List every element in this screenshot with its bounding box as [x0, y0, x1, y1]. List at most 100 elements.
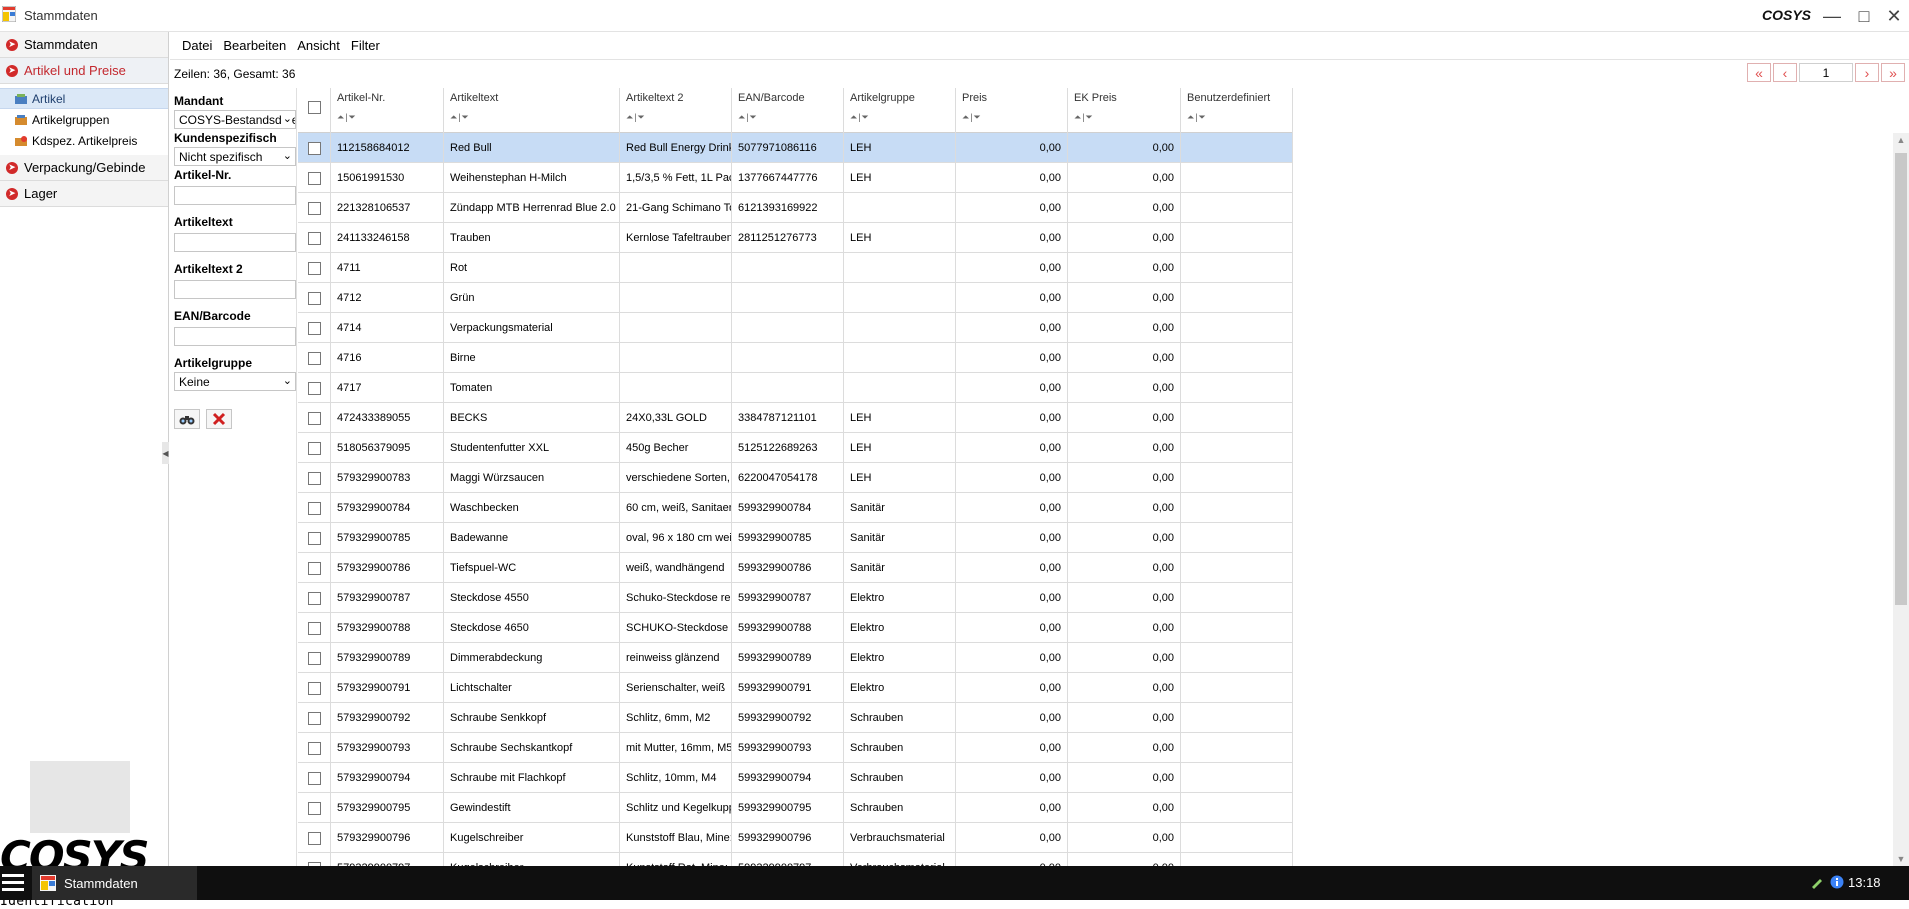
table-row[interactable]: 241133246158 Trauben Kernlose Tafeltrauben… — [298, 223, 1293, 253]
table-row[interactable]: 579329900796 Kugelschreiber Kunststoff Bla… — [298, 823, 1293, 853]
scroll-up-icon[interactable]: ▲ — [1893, 135, 1909, 145]
table-row[interactable]: 4711 Rot 0,00 0,00 — [298, 253, 1293, 283]
table-row[interactable]: 579329900792 Schraube Senkkopf Schlitz, 6m… — [298, 703, 1293, 733]
table-row[interactable]: 579329900788 Steckdose 4650 SCHUKO-Steckdo… — [298, 613, 1293, 643]
column-header-artikeltext[interactable]: Artikeltext ⏶|⏷ — [444, 88, 620, 133]
table-row[interactable]: 4714 Verpackungsmaterial 0,00 0,00 — [298, 313, 1293, 343]
row-checkbox[interactable] — [308, 561, 321, 575]
artikeltext2-input[interactable] — [174, 280, 296, 299]
row-checkbox[interactable] — [308, 681, 321, 695]
minimize-icon[interactable]: — — [1817, 4, 1847, 28]
table-row[interactable]: 579329900797KugelschreiberKunststoff Rot… — [298, 853, 1293, 866]
select-all-checkbox[interactable] — [308, 101, 321, 114]
table-row[interactable]: 579329900789 Dimmerabdeckung reinweiss glä… — [298, 643, 1293, 673]
column-header-artikeltext2[interactable]: Artikeltext 2 ⏶|⏷ — [620, 88, 732, 133]
sort-arrows-icon[interactable]: ⏶|⏷ — [962, 112, 982, 123]
table-row[interactable]: 221328106537 Zündapp MTB Herrenrad Blue 2… — [298, 193, 1293, 223]
table-row[interactable]: 579329900784 Waschbecken 60 cm, weiß, Sani… — [298, 493, 1293, 523]
menu-bearbeiten[interactable]: Bearbeiten — [223, 38, 286, 53]
row-checkbox[interactable] — [308, 531, 321, 545]
row-checkbox[interactable] — [308, 171, 321, 185]
column-header-preis[interactable]: Preis ⏶|⏷ — [956, 88, 1068, 133]
row-checkbox[interactable] — [308, 351, 321, 365]
column-header-artikel-nr[interactable]: Artikel-Nr. ⏶|⏷ — [331, 88, 444, 133]
sort-arrows-icon[interactable]: ⏶|⏷ — [450, 112, 470, 123]
row-checkbox[interactable] — [308, 471, 321, 485]
row-checkbox[interactable] — [308, 141, 321, 155]
kundenspezifisch-select[interactable]: Nicht spezifisch ⌄ — [174, 147, 296, 166]
table-row[interactable]: 579329900793 Schraube Sechskantkopf mit Mu… — [298, 733, 1293, 763]
sidebar-item-artikelgruppen[interactable]: Artikelgruppen — [0, 109, 168, 130]
row-checkbox[interactable] — [308, 621, 321, 635]
row-checkbox[interactable] — [308, 201, 321, 215]
row-checkbox[interactable] — [308, 291, 321, 305]
row-checkbox[interactable] — [308, 831, 321, 845]
artikel-nr-input[interactable] — [174, 186, 296, 205]
row-checkbox[interactable] — [308, 261, 321, 275]
sidebar-item-artikel[interactable]: Artikel — [0, 88, 168, 109]
artikelgruppe-select[interactable]: Keine ⌄ — [174, 372, 296, 391]
table-row[interactable]: 518056379095 Studentenfutter XXL 450g Bech… — [298, 433, 1293, 463]
scroll-down-icon[interactable]: ▼ — [1893, 854, 1909, 864]
column-header-artikelgruppe[interactable]: Artikelgruppe ⏶|⏷ — [844, 88, 956, 133]
hamburger-menu-icon[interactable] — [2, 874, 24, 892]
sort-arrows-icon[interactable]: ⏶|⏷ — [337, 112, 357, 123]
mandant-select[interactable]: COSYS-Bestandsdaten ⌄ — [174, 110, 296, 129]
table-row[interactable]: 579329900787 Steckdose 4550 Schuko-Steckdo… — [298, 583, 1293, 613]
last-page-button[interactable]: » — [1881, 63, 1905, 82]
first-page-button[interactable]: « — [1747, 63, 1771, 82]
row-checkbox[interactable] — [308, 651, 321, 665]
row-checkbox[interactable] — [308, 411, 321, 425]
next-page-button[interactable]: › — [1855, 63, 1879, 82]
table-row[interactable]: 4712 Grün 0,00 0,00 — [298, 283, 1293, 313]
page-number-input[interactable]: 1 — [1799, 63, 1853, 82]
nav-section-artikel-und-preise[interactable]: ➤ Artikel und Preise — [0, 58, 168, 84]
table-row[interactable]: 579329900795 Gewindestift Schlitz und Kege… — [298, 793, 1293, 823]
clear-filter-button[interactable] — [206, 409, 232, 429]
row-checkbox[interactable] — [308, 741, 321, 755]
vertical-scrollbar[interactable]: ▲ ▼ — [1893, 133, 1909, 866]
menu-ansicht[interactable]: Ansicht — [297, 38, 340, 53]
sort-arrows-icon[interactable]: ⏶|⏷ — [738, 112, 758, 123]
row-checkbox[interactable] — [308, 231, 321, 245]
row-checkbox[interactable] — [308, 711, 321, 725]
panel-collapse-handle[interactable]: ◀ — [162, 442, 169, 464]
column-header-benutzerdefiniert[interactable]: Benutzerdefiniert ⏶|⏷ — [1181, 88, 1293, 133]
row-checkbox[interactable] — [308, 501, 321, 515]
sort-arrows-icon[interactable]: ⏶|⏷ — [850, 112, 870, 123]
column-header-ean[interactable]: EAN/Barcode ⏶|⏷ — [732, 88, 844, 133]
menu-datei[interactable]: Datei — [182, 38, 212, 53]
table-row[interactable]: 579329900786 Tiefspuel-WC weiß, wandhängen… — [298, 553, 1293, 583]
table-row[interactable]: 579329900794 Schraube mit Flachkopf Schlit… — [298, 763, 1293, 793]
maximize-icon[interactable]: □ — [1849, 4, 1879, 28]
column-header-ek-preis[interactable]: EK Preis ⏶|⏷ — [1068, 88, 1181, 133]
row-checkbox[interactable] — [308, 771, 321, 785]
scrollbar-thumb[interactable] — [1895, 153, 1907, 605]
table-row[interactable]: 112158684012 Red Bull Red Bull Energy Drin… — [298, 133, 1293, 163]
row-checkbox[interactable] — [308, 441, 321, 455]
row-checkbox[interactable] — [308, 381, 321, 395]
table-row[interactable]: 579329900783 Maggi Würzsaucen verschiedene… — [298, 463, 1293, 493]
menu-filter[interactable]: Filter — [351, 38, 380, 53]
taskbar-app-stammdaten[interactable]: Stammdaten — [32, 866, 197, 900]
sort-arrows-icon[interactable]: ⏶|⏷ — [1074, 112, 1094, 123]
table-row[interactable]: 579329900785 Badewanne oval, 96 x 180 cm w… — [298, 523, 1293, 553]
artikeltext-input[interactable] — [174, 233, 296, 252]
ean-input[interactable] — [174, 327, 296, 346]
nav-section-stammdaten[interactable]: ➤ Stammdaten — [0, 32, 168, 58]
search-button[interactable] — [174, 409, 200, 429]
pen-icon[interactable] — [1810, 875, 1824, 889]
table-row[interactable]: 15061991530 Weihenstephan H-Milch 1,5/3,5 … — [298, 163, 1293, 193]
sidebar-item-kdspez-artikelpreis[interactable]: Kdspez. Artikelpreis — [0, 130, 168, 151]
nav-section-lager[interactable]: ➤ Lager — [0, 181, 168, 207]
sort-arrows-icon[interactable]: ⏶|⏷ — [1187, 112, 1207, 123]
nav-section-verpackung-gebinde[interactable]: ➤ Verpackung/Gebinde — [0, 155, 168, 181]
table-row[interactable]: 579329900791 Lichtschalter Serienschalter,… — [298, 673, 1293, 703]
row-checkbox[interactable] — [308, 321, 321, 335]
table-row[interactable]: 472433389055 BECKS 24X0,33L GOLD 3384787121… — [298, 403, 1293, 433]
row-checkbox[interactable] — [308, 591, 321, 605]
close-icon[interactable]: ✕ — [1879, 4, 1909, 28]
info-icon[interactable] — [1830, 875, 1844, 889]
sort-arrows-icon[interactable]: ⏶|⏷ — [626, 112, 646, 123]
table-row[interactable]: 4716 Birne 0,00 0,00 — [298, 343, 1293, 373]
